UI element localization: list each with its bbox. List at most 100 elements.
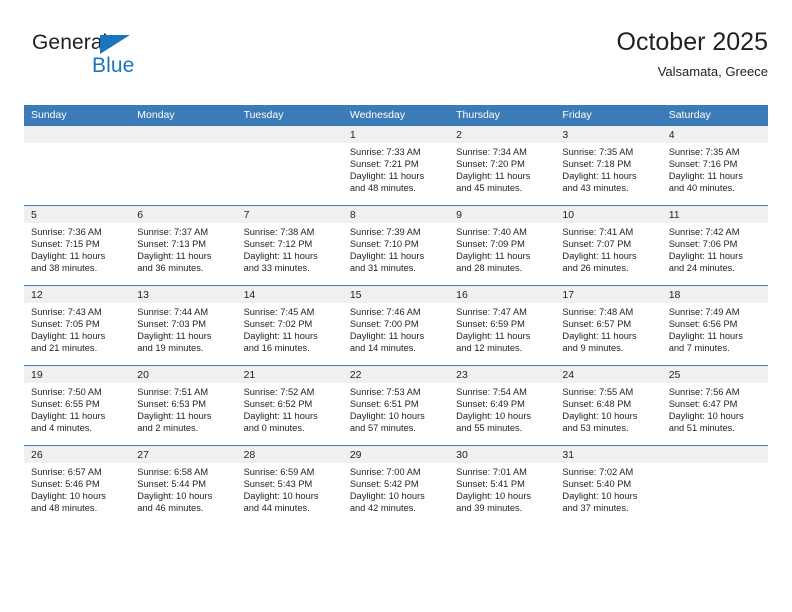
weekday-header-wednesday: Wednesday [342,105,450,126]
daylight-duration-line2: and 14 minutes. [349,343,416,354]
sunrise-time: Sunrise: 6:57 AM [31,467,102,477]
daylight-duration-line2: and 39 minutes. [456,503,523,514]
calendar-day-cell[interactable]: 31 Sunrise: 7:02 AM Sunset: 5:40 PM Dayligh… [555,445,662,525]
daylight-duration-line1: Daylight: 10 hours [668,411,744,422]
calendar-day-cell[interactable]: 10 Sunrise: 7:41 AM Sunset: 7:07 PM Dayligh… [555,205,662,286]
day-number [661,446,768,463]
day-number [236,126,343,143]
sunrise-time: Sunrise: 7:01 AM [456,467,527,477]
sunrise-time: Sunrise: 7:52 AM [243,387,315,397]
sunrise-time: Sunrise: 7:46 AM [349,307,421,317]
calendar-day-cell[interactable]: 26 Sunrise: 6:57 AM Sunset: 5:46 PM Dayligh… [24,445,131,525]
calendar-day-cell[interactable]: 17 Sunrise: 7:48 AM Sunset: 6:57 PM Dayligh… [555,285,662,366]
calendar-day-cell[interactable]: 3 Sunrise: 7:35 AM Sunset: 7:18 PM Daylight… [555,126,662,206]
sun-info: Sunrise: 7:39 AM Sunset: 7:10 PM Daylight:… [343,223,449,274]
calendar-week-row: 26 Sunrise: 6:57 AM Sunset: 5:46 PM Dayligh… [24,445,768,525]
sunrise-time: Sunrise: 7:43 AM [31,307,102,317]
day-number: 11 [661,206,768,223]
calendar-day-cell[interactable]: 8 Sunrise: 7:39 AM Sunset: 7:10 PM Daylight… [342,205,450,286]
page-title: October 2025 [616,28,769,56]
day-number: 17 [555,286,662,303]
day-cell-inner: 4 Sunrise: 7:35 AM Sunset: 7:16 PM Daylight… [661,126,768,205]
calendar-day-cell[interactable]: 13 Sunrise: 7:44 AM Sunset: 7:03 PM Dayligh… [130,285,237,366]
calendar-day-cell[interactable]: 6 Sunrise: 7:37 AM Sunset: 7:13 PM Daylight… [130,205,237,286]
calendar-day-cell[interactable]: 29 Sunrise: 7:00 AM Sunset: 5:42 PM Dayligh… [342,445,450,525]
daylight-duration-line2: and 51 minutes. [668,423,735,434]
sun-info: Sunrise: 7:53 AM Sunset: 6:51 PM Daylight:… [343,383,449,434]
sun-info: Sunrise: 7:01 AM Sunset: 5:41 PM Daylight:… [449,463,555,514]
calendar-day-cell[interactable]: 25 Sunrise: 7:56 AM Sunset: 6:47 PM Dayligh… [661,365,768,446]
sunset-time: Sunset: 7:00 PM [349,319,419,330]
daylight-duration-line1: Daylight: 10 hours [562,411,638,422]
day-number: 19 [24,366,131,383]
day-cell-inner: 1 Sunrise: 7:33 AM Sunset: 7:21 PM Daylight… [342,126,450,205]
sunset-time: Sunset: 7:21 PM [349,159,419,170]
calendar-day-cell[interactable]: 23 Sunrise: 7:54 AM Sunset: 6:49 PM Dayligh… [449,365,556,446]
daylight-duration-line2: and 12 minutes. [456,343,523,354]
sunset-time: Sunset: 6:48 PM [562,399,632,410]
calendar-day-cell[interactable]: 14 Sunrise: 7:45 AM Sunset: 7:02 PM Dayligh… [236,285,343,366]
calendar-day-cell[interactable]: 16 Sunrise: 7:47 AM Sunset: 6:59 PM Dayligh… [449,285,556,366]
day-cell-inner: 24 Sunrise: 7:55 AM Sunset: 6:48 PM Dayligh… [555,366,662,445]
calendar-day-cell[interactable]: 15 Sunrise: 7:46 AM Sunset: 7:00 PM Dayligh… [342,285,450,366]
calendar-day-cell[interactable]: 21 Sunrise: 7:52 AM Sunset: 6:52 PM Dayligh… [236,365,343,446]
sunrise-time: Sunrise: 7:56 AM [668,387,740,397]
sunset-time: Sunset: 7:03 PM [137,319,207,330]
sunrise-time: Sunrise: 7:02 AM [562,467,634,477]
sunset-time: Sunset: 7:06 PM [668,239,738,250]
day-cell-inner: 9 Sunrise: 7:40 AM Sunset: 7:09 PM Daylight… [449,206,556,285]
daylight-duration-line2: and 26 minutes. [562,263,629,274]
calendar-day-cell[interactable]: 19 Sunrise: 7:50 AM Sunset: 6:55 PM Dayligh… [24,365,131,446]
sun-info: Sunrise: 7:35 AM Sunset: 7:16 PM Daylight:… [662,143,768,194]
sunset-time: Sunset: 7:20 PM [456,159,525,170]
sunset-time: Sunset: 7:12 PM [243,239,313,250]
calendar-day-cell[interactable]: 7 Sunrise: 7:38 AM Sunset: 7:12 PM Daylight… [236,205,343,286]
calendar-day-cell[interactable]: 12 Sunrise: 7:43 AM Sunset: 7:05 PM Dayligh… [24,285,131,366]
calendar-day-cell[interactable]: 5 Sunrise: 7:36 AM Sunset: 7:15 PM Daylight… [24,205,131,286]
sun-info: Sunrise: 7:56 AM Sunset: 6:47 PM Daylight:… [662,383,768,434]
calendar-cell-empty [24,126,131,206]
daylight-duration-line2: and 55 minutes. [456,423,523,434]
calendar-week-row: 1 Sunrise: 7:33 AM Sunset: 7:21 PM Daylight… [24,126,768,206]
weekday-header-saturday: Saturday [661,105,768,126]
calendar-day-cell[interactable]: 20 Sunrise: 7:51 AM Sunset: 6:53 PM Dayligh… [130,365,237,446]
day-cell-inner [661,446,768,525]
sunset-time: Sunset: 6:55 PM [31,399,100,410]
day-cell-inner: 13 Sunrise: 7:44 AM Sunset: 7:03 PM Dayligh… [130,286,237,365]
sunrise-time: Sunrise: 7:42 AM [668,227,740,237]
daylight-duration-line1: Daylight: 11 hours [31,411,106,422]
calendar-day-cell[interactable]: 18 Sunrise: 7:49 AM Sunset: 6:56 PM Dayligh… [661,285,768,366]
calendar-day-cell[interactable]: 11 Sunrise: 7:42 AM Sunset: 7:06 PM Dayligh… [661,205,768,286]
calendar-week-row: 5 Sunrise: 7:36 AM Sunset: 7:15 PM Daylight… [24,205,768,286]
general-blue-logo[interactable]: General Blue [32,30,162,86]
sunrise-time: Sunrise: 6:58 AM [137,467,209,477]
calendar-day-cell[interactable]: 4 Sunrise: 7:35 AM Sunset: 7:16 PM Daylight… [661,126,768,206]
sunrise-time: Sunrise: 7:44 AM [137,307,209,317]
day-cell-inner: 28 Sunrise: 6:59 AM Sunset: 5:43 PM Dayligh… [236,446,343,525]
day-cell-inner: 14 Sunrise: 7:45 AM Sunset: 7:02 PM Dayligh… [236,286,343,365]
daylight-duration-line1: Daylight: 11 hours [456,171,531,182]
calendar-day-cell[interactable]: 1 Sunrise: 7:33 AM Sunset: 7:21 PM Daylight… [342,126,450,206]
daylight-duration-line2: and 4 minutes. [31,423,92,434]
sunrise-time: Sunrise: 7:55 AM [562,387,634,397]
calendar-day-cell[interactable]: 28 Sunrise: 6:59 AM Sunset: 5:43 PM Dayligh… [236,445,343,525]
calendar-day-cell[interactable]: 22 Sunrise: 7:53 AM Sunset: 6:51 PM Dayligh… [342,365,450,446]
title-block: October 2025 Valsamata, Greece [617,26,769,82]
calendar-day-cell[interactable]: 27 Sunrise: 6:58 AM Sunset: 5:44 PM Dayligh… [130,445,237,525]
day-number [24,126,131,143]
daylight-duration-line1: Daylight: 11 hours [31,331,106,342]
calendar-day-cell[interactable]: 9 Sunrise: 7:40 AM Sunset: 7:09 PM Daylight… [449,205,556,286]
day-cell-inner: 2 Sunrise: 7:34 AM Sunset: 7:20 PM Daylight… [449,126,556,205]
day-number: 4 [661,126,768,143]
calendar-day-cell[interactable]: 24 Sunrise: 7:55 AM Sunset: 6:48 PM Dayligh… [555,365,662,446]
day-cell-inner: 8 Sunrise: 7:39 AM Sunset: 7:10 PM Daylight… [342,206,450,285]
day-cell-inner: 18 Sunrise: 7:49 AM Sunset: 6:56 PM Dayligh… [661,286,768,365]
calendar-day-cell[interactable]: 2 Sunrise: 7:34 AM Sunset: 7:20 PM Daylight… [449,126,556,206]
logo-text-general: General [32,31,108,54]
calendar-day-cell[interactable]: 30 Sunrise: 7:01 AM Sunset: 5:41 PM Dayligh… [449,445,556,525]
sunrise-time: Sunrise: 7:37 AM [137,227,209,237]
sun-info: Sunrise: 7:34 AM Sunset: 7:20 PM Daylight:… [449,143,555,194]
sun-info: Sunrise: 7:33 AM Sunset: 7:21 PM Daylight:… [343,143,449,194]
sunrise-time: Sunrise: 7:50 AM [31,387,102,397]
day-number: 29 [342,446,450,463]
